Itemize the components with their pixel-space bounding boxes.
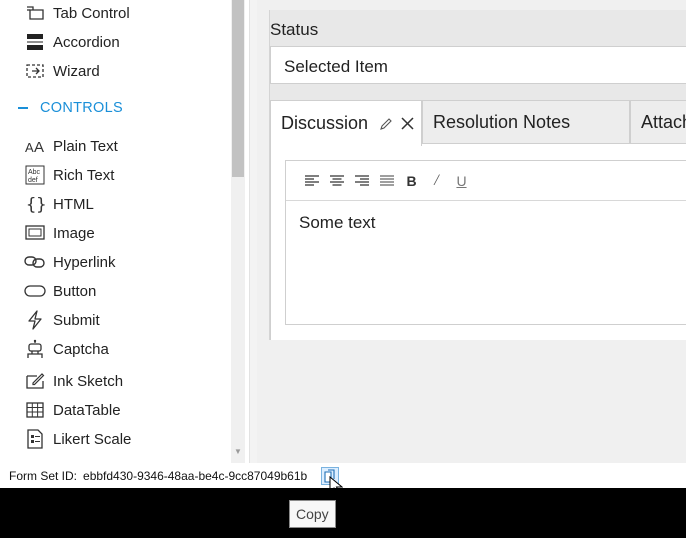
tab-control-icon [24,3,46,23]
mouse-pointer-icon [329,475,344,488]
toolbox-item-captcha[interactable]: Captcha [24,338,109,360]
toolbox-item-html[interactable]: {} HTML [24,193,94,215]
scroll-down-icon[interactable]: ▼ [233,446,243,458]
button-icon [24,281,46,301]
toolbox-item-label: Likert Scale [53,430,132,448]
align-justify-icon[interactable] [374,171,399,191]
controls-section-header[interactable]: CONTROLS [16,100,123,116]
copy-tooltip: Copy [289,500,336,528]
svg-text:Abc: Abc [28,169,41,176]
plain-text-icon: AA [24,136,46,156]
status-field-label: Status [270,20,319,39]
datatable-icon [24,400,46,420]
hyperlink-icon [24,252,46,272]
likert-scale-icon [24,429,46,449]
tab-attachments[interactable]: Attach [630,100,686,144]
toolbox-item-label: Image [53,224,95,242]
accordion-icon [24,32,46,52]
bold-icon[interactable]: B [399,171,424,191]
svg-text:A: A [34,139,44,155]
toolbox-item-label: Captcha [53,340,109,358]
toolbox-item-image[interactable]: Image [24,222,95,244]
html-icon: {} [24,194,46,214]
toolbox-item-likert-scale[interactable]: Likert Scale [24,428,131,450]
toolbox-item-label: DataTable [53,401,121,419]
close-icon[interactable] [401,117,414,130]
svg-text:A: A [25,140,34,155]
tab-resolution-notes[interactable]: Resolution Notes [422,100,630,144]
edit-icon[interactable] [379,117,393,131]
captcha-icon [24,339,46,359]
section-label: CONTROLS [40,100,123,116]
designer-window: Tab Control Accordion Wizard CONTROLS AA… [0,0,686,488]
italic-icon[interactable]: / [424,171,449,191]
svg-text:{}: {} [26,195,45,214]
toolbox-item-label: Button [53,282,97,300]
svg-text:def: def [28,177,38,184]
tab-discussion[interactable]: Discussion [270,100,422,146]
toolbox-item-submit[interactable]: Submit [24,309,100,331]
toolbox-item-label: Plain Text [53,137,118,155]
toolbox-item-ink-sketch[interactable]: Ink Sketch [24,370,123,392]
align-left-icon[interactable] [299,171,324,191]
ink-sketch-icon [24,371,46,391]
tab-label: Discussion [281,113,369,133]
toolbox-item-label: HTML [53,195,94,213]
image-icon [24,223,46,243]
status-dropdown[interactable]: Selected Item [270,46,686,84]
panel-splitter[interactable] [249,0,257,463]
wizard-icon [24,61,46,81]
editor-toolbar: B / U [286,161,686,201]
tab-label: Attach [641,111,686,132]
toolbox-item-wizard[interactable]: Wizard [24,60,100,82]
toolbox-item-label: Rich Text [53,166,115,184]
submit-icon [24,310,46,330]
toolbox-panel: Tab Control Accordion Wizard CONTROLS AA… [0,0,248,463]
toolbox-item-label: Ink Sketch [53,372,124,390]
toolbox-item-button[interactable]: Button [24,280,96,302]
form-set-id-label: Form Set ID: [9,468,78,483]
form-canvas: Status Selected Item Discussion Resoluti… [257,0,686,463]
toolbox-item-label: Accordion [53,33,120,51]
rich-text-icon: Abc def [24,165,46,185]
toolbox-item-plain-text[interactable]: AA Plain Text [24,135,118,157]
form-set-id-value: ebbfd430-9346-48aa-be4c-9cc87049b61b [83,468,308,483]
toolbox-item-datatable[interactable]: DataTable [24,399,121,421]
toolbox-item-label: Submit [53,311,100,329]
collapse-icon [18,107,28,109]
toolbox-scrollbar-thumb[interactable] [232,0,244,177]
tab-label: Resolution Notes [433,111,571,132]
rich-text-editor[interactable]: B / U Some text [285,160,686,325]
toolbox-item-accordion[interactable]: Accordion [24,31,120,53]
toolbox-item-label: Tab Control [53,4,130,22]
toolbox-item-label: Wizard [53,62,100,80]
status-bar: Form Set ID: ebbfd430-9346-48aa-be4c-9cc… [0,463,686,488]
align-center-icon[interactable] [324,171,349,191]
editor-content[interactable]: Some text [299,213,376,233]
toolbox-item-rich-text[interactable]: Abc def Rich Text [24,164,114,186]
toolbox-item-label: Hyperlink [53,253,116,271]
toolbox-item-hyperlink[interactable]: Hyperlink [24,251,116,273]
toolbox-item-tab-control[interactable]: Tab Control [24,2,130,24]
align-right-icon[interactable] [349,171,374,191]
underline-icon[interactable]: U [449,171,474,191]
